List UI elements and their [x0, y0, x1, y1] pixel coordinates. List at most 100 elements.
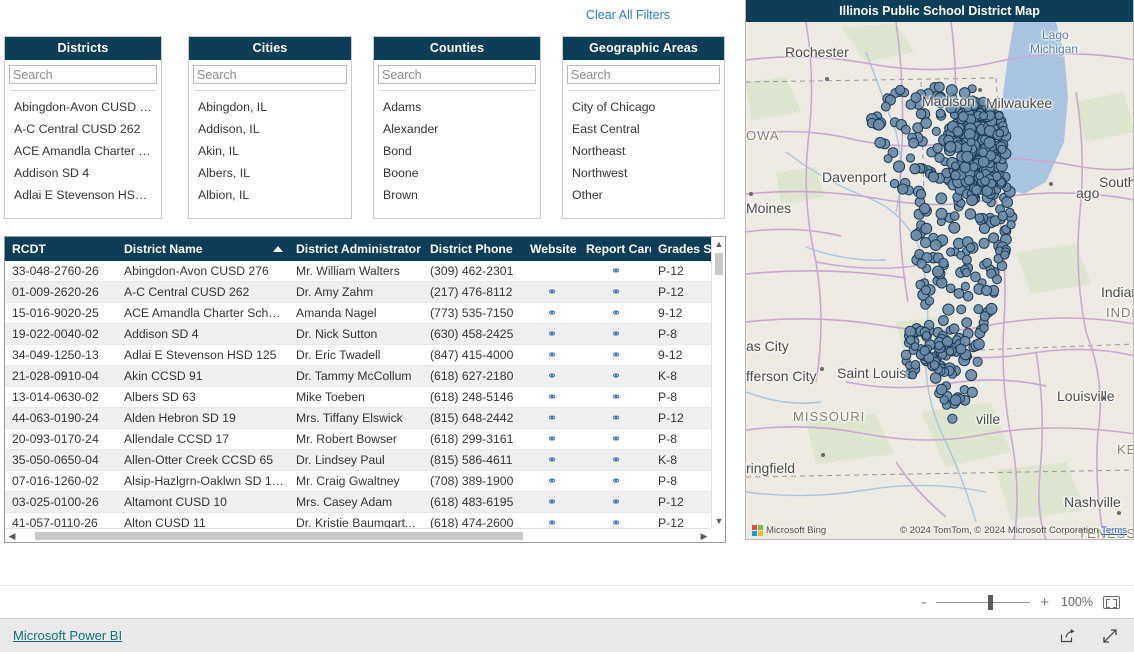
map-bubble[interactable] — [945, 102, 957, 114]
map-bubble[interactable] — [874, 137, 886, 149]
table-row[interactable]: 34-049-1250-13 Adlai E Stevenson HSD 125 D… — [5, 344, 712, 366]
column-header-rcdt[interactable]: RCDT — [5, 237, 117, 261]
map-bubble[interactable] — [929, 360, 940, 370]
link-icon[interactable]: ⚭ — [547, 307, 557, 319]
slicer-cities-search-input[interactable] — [193, 65, 347, 84]
scroll-right-icon[interactable]: ▶ — [697, 529, 711, 542]
map-bubble[interactable] — [938, 315, 949, 326]
map-bubble[interactable] — [979, 111, 989, 121]
table-horizontal-scrollbar[interactable]: ◀ ▶ — [5, 528, 711, 542]
slicer-item[interactable]: Alexander — [374, 118, 540, 140]
table-row[interactable]: 13-014-0630-02 Albers SD 63 Mike Toeben (61… — [5, 386, 712, 408]
zoom-out-button[interactable]: - — [921, 595, 926, 610]
map-bubble[interactable] — [889, 178, 900, 189]
table-row[interactable]: 44-063-0190-24 Alden Hebron SD 19 Mrs. Tif… — [5, 407, 712, 429]
map-bubble[interactable] — [951, 161, 960, 171]
cell-website[interactable]: ⚭ — [523, 491, 579, 513]
link-icon[interactable]: ⚭ — [611, 286, 621, 298]
cell-report-card[interactable]: ⚭ — [579, 407, 651, 429]
map-bubble[interactable] — [945, 84, 958, 97]
map-bubble[interactable] — [944, 140, 957, 153]
column-header-website[interactable]: Website — [523, 237, 579, 261]
map-bubble[interactable] — [910, 92, 922, 103]
slicer-districts[interactable]: Districts Abingdon-Avon CUSD 2... A-C Ce… — [4, 36, 162, 219]
slicer-item[interactable]: A-C Central CUSD 262 — [5, 118, 161, 140]
map-bubble[interactable] — [905, 153, 916, 163]
cell-report-card[interactable]: ⚭ — [579, 365, 651, 387]
map-terms-link[interactable]: Terms — [1101, 525, 1127, 536]
map-bubble[interactable] — [919, 345, 930, 356]
slicer-counties[interactable]: Counties Adams Alexander Bond Boone Brow… — [373, 36, 541, 219]
slicer-item[interactable]: Abingdon, IL — [189, 96, 351, 118]
table-row[interactable]: 07-016-1260-02 Alsip-Hazlgrn-Oaklwn SD 12… — [5, 470, 712, 492]
map-bubble[interactable] — [910, 360, 921, 370]
link-icon[interactable]: ⚭ — [547, 349, 557, 361]
cell-report-card[interactable]: ⚭ — [579, 470, 651, 492]
map-bubble[interactable] — [910, 342, 920, 351]
table-row[interactable]: 35-050-0650-04 Allen-Otter Creek CCSD 65 D… — [5, 449, 712, 471]
cell-website[interactable]: ⚭ — [523, 386, 579, 408]
column-header-district-name[interactable]: District Name — [117, 237, 289, 261]
link-icon[interactable]: ⚭ — [611, 475, 621, 487]
table-row[interactable]: 20-093-0170-24 Allendale CCSD 17 Mr. Rober… — [5, 428, 712, 450]
slicer-item[interactable]: Albers, IL — [189, 162, 351, 184]
map-bubble[interactable] — [921, 331, 931, 340]
map-bubble[interactable] — [961, 317, 973, 329]
map-bubble[interactable] — [978, 237, 990, 249]
map-bubble[interactable] — [901, 124, 911, 135]
map-bubble[interactable] — [963, 103, 973, 113]
link-icon[interactable]: ⚭ — [611, 265, 621, 277]
slicer-counties-search-input[interactable] — [378, 65, 536, 84]
slicer-item[interactable]: Bond — [374, 140, 540, 162]
zoom-slider-track[interactable] — [936, 594, 1031, 610]
map-bubble[interactable] — [982, 258, 993, 268]
map-bubble[interactable] — [973, 338, 985, 351]
map-bubble[interactable] — [934, 152, 945, 163]
slicer-item[interactable]: Addison SD 4 — [5, 162, 161, 184]
column-header-grades-served[interactable]: Grades Se — [651, 237, 712, 261]
link-icon[interactable]: ⚭ — [611, 454, 621, 466]
link-icon[interactable]: ⚭ — [611, 412, 621, 424]
slicer-item[interactable]: Adams — [374, 96, 540, 118]
map-bubble[interactable] — [962, 291, 974, 302]
map-bubble[interactable] — [980, 176, 990, 186]
map-bubble[interactable] — [916, 258, 927, 269]
table-row[interactable]: 21-028-0910-04 Akin CCSD 91 Dr. Tammy McCo… — [5, 365, 712, 387]
map-bubble[interactable] — [966, 386, 978, 398]
sort-ascending-icon[interactable] — [273, 246, 283, 252]
map-bubble[interactable] — [919, 202, 931, 215]
cell-report-card[interactable]: ⚭ — [579, 449, 651, 471]
map-bubble[interactable] — [928, 171, 939, 183]
map-bubble[interactable] — [948, 221, 961, 234]
map-bubble[interactable] — [880, 101, 891, 112]
link-icon[interactable]: ⚭ — [611, 307, 621, 319]
cell-report-card[interactable]: ⚭ — [579, 344, 651, 366]
map-bubble[interactable] — [941, 336, 953, 348]
map-bubble[interactable] — [935, 207, 948, 220]
table-vertical-scrollbar[interactable]: ▲ ▼ — [711, 237, 725, 528]
map-bubble[interactable] — [933, 81, 945, 93]
cell-report-card[interactable]: ⚭ — [579, 302, 651, 324]
slicer-geographic-areas-search-input[interactable] — [567, 65, 720, 84]
cell-website[interactable]: ⚭ — [523, 407, 579, 429]
map-bubble[interactable] — [979, 323, 989, 333]
zoom-in-button[interactable]: + — [1040, 595, 1049, 610]
map-bubble[interactable] — [981, 285, 993, 296]
scroll-left-icon[interactable]: ◀ — [5, 529, 19, 542]
cell-website[interactable]: ⚭ — [523, 470, 579, 492]
map-bubble[interactable] — [908, 137, 920, 149]
map-bubble[interactable] — [895, 84, 906, 96]
link-icon[interactable]: ⚭ — [547, 454, 557, 466]
map-bubble[interactable] — [920, 222, 933, 235]
cell-website[interactable] — [523, 261, 579, 282]
map-bubble[interactable] — [947, 413, 958, 424]
map-bubble[interactable] — [955, 343, 967, 355]
link-icon[interactable]: ⚭ — [611, 391, 621, 403]
fullscreen-icon[interactable] — [1102, 628, 1118, 644]
table-row[interactable]: 01-009-2620-26 A-C Central CUSD 262 Dr. Am… — [5, 281, 712, 303]
link-icon[interactable]: ⚭ — [611, 433, 621, 445]
map-bubble[interactable] — [961, 150, 974, 163]
cell-website[interactable]: ⚭ — [523, 323, 579, 345]
link-icon[interactable]: ⚭ — [611, 496, 621, 508]
slicer-item[interactable]: Northeast — [563, 140, 724, 162]
